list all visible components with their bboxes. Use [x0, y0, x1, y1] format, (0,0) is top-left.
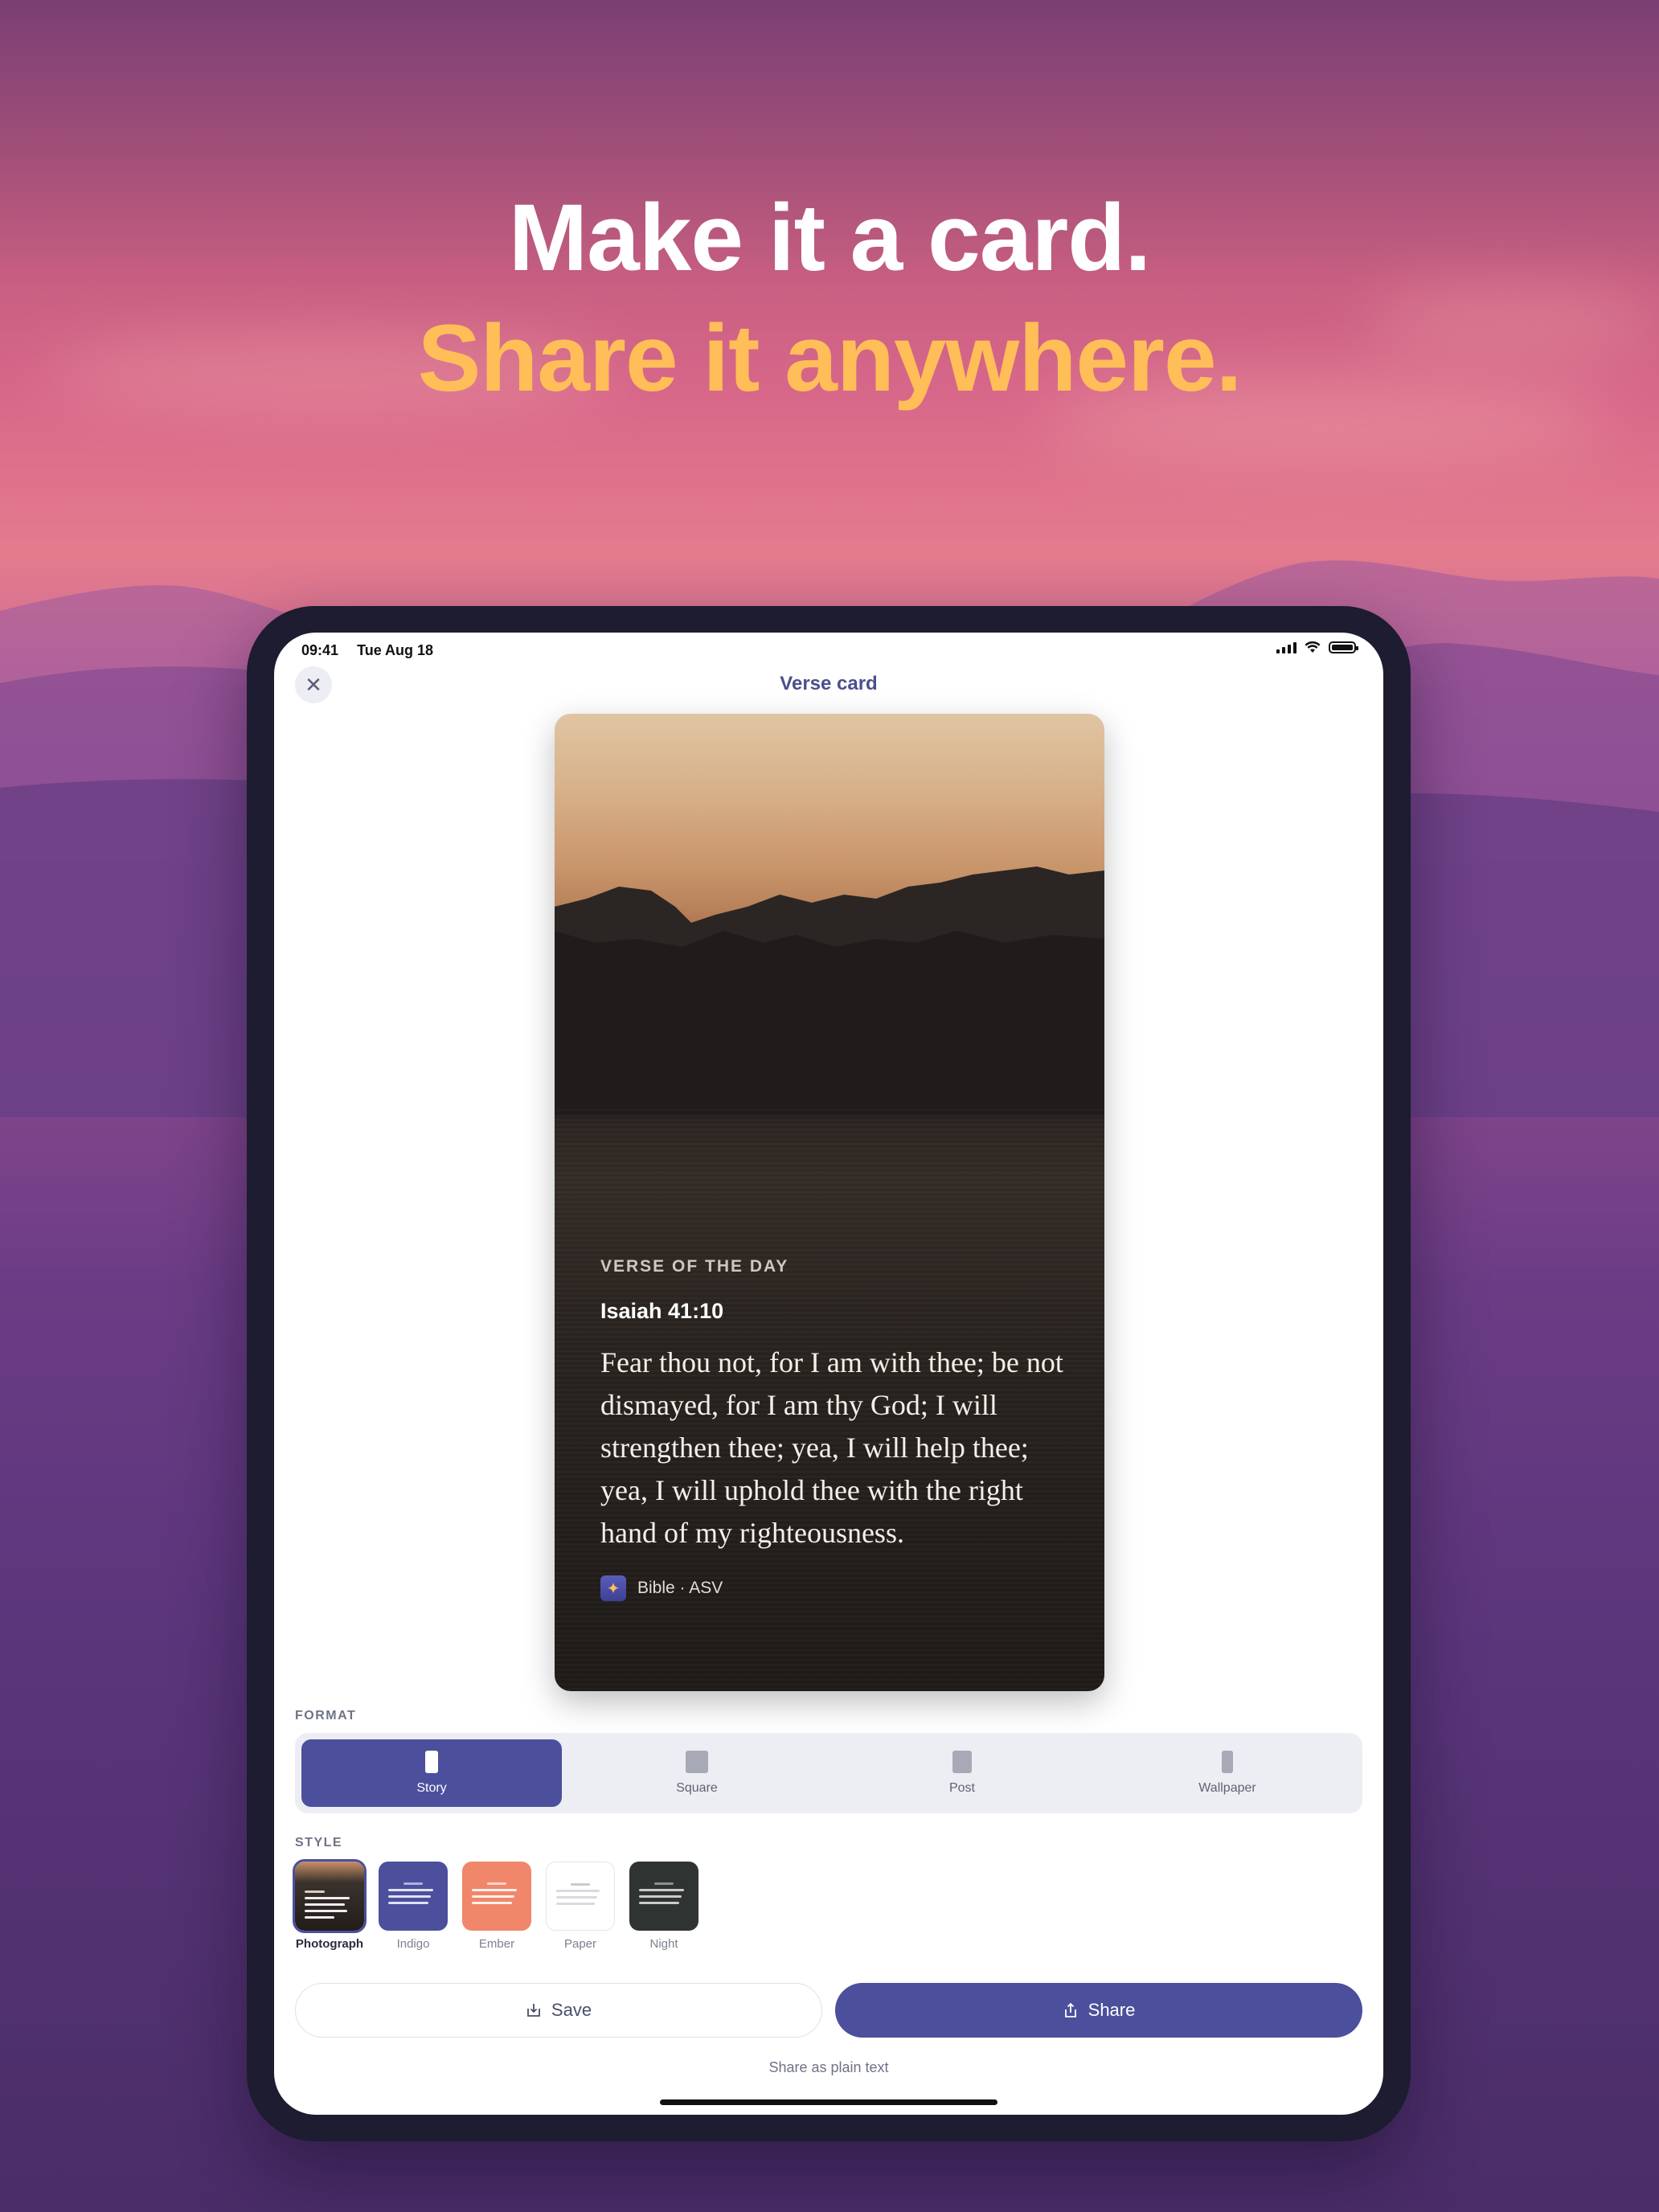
format-option-label: Square: [676, 1781, 718, 1795]
style-option-photograph[interactable]: Photograph: [293, 1859, 367, 1951]
share-button[interactable]: Share: [835, 1983, 1362, 2038]
status-indicators: [1276, 641, 1358, 653]
share-button-label: Share: [1088, 2000, 1136, 2020]
save-button-label: Save: [551, 2000, 592, 2020]
format-option-label: Story: [416, 1781, 447, 1795]
style-option-label: Indigo: [396, 1937, 430, 1951]
format-option-label: Post: [948, 1781, 975, 1795]
style-thumb: [629, 1862, 698, 1931]
status-date: Tue Aug 18: [357, 642, 434, 658]
style-option-label: Photograph: [295, 1937, 364, 1951]
style-option-label: Ember: [478, 1937, 515, 1951]
hero-headline: Make it a card.: [508, 185, 1151, 291]
device-screen: 09:41 Tue Aug 18 ✕ Verse card VERSE OF T…: [274, 633, 1383, 2115]
verse-card-preview: VERSE OF THE DAY Isaiah 41:10 Fear thou …: [555, 714, 1104, 1691]
battery-icon: [1329, 641, 1358, 653]
card-brand-label: Bible · ASV: [637, 1579, 723, 1597]
style-option-label: Night: [649, 1937, 678, 1951]
status-time: 09:41: [301, 642, 339, 658]
style-thumb: [293, 1859, 367, 1933]
save-button[interactable]: Save: [295, 1983, 822, 2038]
page-title: Verse card: [780, 673, 878, 694]
style-option-indigo[interactable]: Indigo: [379, 1862, 448, 1951]
format-option-post[interactable]: Post: [832, 1739, 1092, 1807]
style-thumb: [379, 1862, 448, 1931]
style-option-ember[interactable]: Ember: [462, 1862, 531, 1951]
app-logo-icon: ✦: [600, 1575, 626, 1601]
format-option-label: Wallpaper: [1198, 1781, 1256, 1795]
post-shape-icon: [952, 1751, 972, 1773]
wallpaper-shape-icon: [1222, 1751, 1233, 1773]
style-section-label: STYLE: [295, 1836, 343, 1849]
card-text-block: VERSE OF THE DAY Isaiah 41:10 Fear thou …: [600, 1257, 1072, 1601]
hero-subheadline: Share it anywhere.: [417, 305, 1243, 412]
card-eyebrow: VERSE OF THE DAY: [600, 1257, 789, 1276]
home-indicator: [660, 2099, 997, 2105]
format-option-story[interactable]: Story: [301, 1739, 562, 1807]
style-option-paper[interactable]: Paper: [546, 1862, 615, 1951]
card-verse-text: Fear thou not, for I am with thee; be no…: [600, 1346, 1063, 1549]
format-option-wallpaper[interactable]: Wallpaper: [1097, 1739, 1358, 1807]
format-option-square[interactable]: Square: [567, 1739, 827, 1807]
device-frame: 09:41 Tue Aug 18 ✕ Verse card VERSE OF T…: [247, 606, 1411, 2141]
style-thumb: [462, 1862, 531, 1931]
style-option-night[interactable]: Night: [629, 1862, 698, 1951]
card-mountain-silhouette: [555, 866, 1104, 1116]
style-thumb: [546, 1862, 615, 1931]
card-reference: Isaiah 41:10: [600, 1299, 724, 1323]
style-option-label: Paper: [563, 1937, 597, 1951]
format-section-label: FORMAT: [295, 1709, 357, 1722]
card-brand: ✦ Bible · ASV: [600, 1575, 1072, 1601]
share-plain-text-link[interactable]: Share as plain text: [274, 2059, 1383, 2076]
style-picker: Photograph Indigo Ember Paper Night: [293, 1859, 698, 1951]
save-download-icon: [527, 2004, 540, 2017]
story-shape-icon: [425, 1751, 438, 1773]
signal-icon: [1276, 641, 1296, 653]
format-segmented-control: Story Square Post Wallpaper: [295, 1733, 1362, 1813]
wifi-icon: [1305, 641, 1321, 653]
share-icon: [1064, 2002, 1076, 2017]
status-bar: 09:41 Tue Aug 18: [301, 642, 448, 659]
square-shape-icon: [686, 1751, 708, 1773]
